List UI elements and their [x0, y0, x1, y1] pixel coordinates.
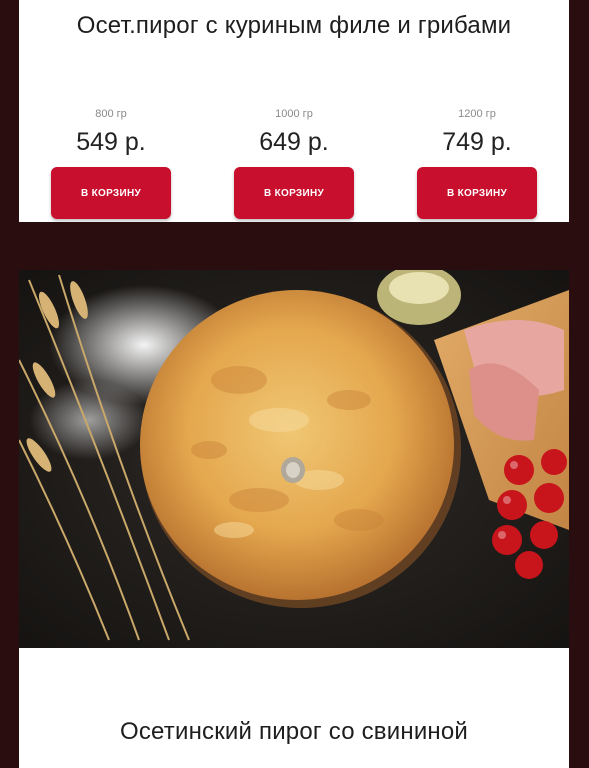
variant-option: 1000 гр 649 р. В КОРЗИНУ [234, 106, 354, 219]
product-card-chicken-mushroom: Осет.пирог с куриным филе и грибами 800 … [19, 0, 569, 222]
variant-price: 649 р. [259, 128, 329, 156]
product-title: Осетинский пирог со свининой [119, 718, 469, 745]
product-title: Осет.пирог с куриным филе и грибами [76, 12, 512, 39]
variant-weight: 800 гр [95, 108, 127, 120]
variant-price: 549 р. [76, 128, 146, 156]
pie-photo-illustration [19, 270, 569, 648]
variant-list: 800 гр 549 р. В КОРЗИНУ 1000 гр 649 р. В… [19, 106, 569, 219]
add-to-cart-button[interactable]: В КОРЗИНУ [417, 167, 537, 219]
variant-price: 749 р. [442, 128, 512, 156]
variant-option: 1200 гр 749 р. В КОРЗИНУ [417, 106, 537, 219]
add-to-cart-button[interactable]: В КОРЗИНУ [51, 167, 171, 219]
product-image-pork-pie[interactable] [19, 270, 569, 648]
variant-weight: 1200 гр [458, 108, 496, 120]
add-to-cart-button[interactable]: В КОРЗИНУ [234, 167, 354, 219]
product-card-pork: Осетинский пирог со свининой [19, 648, 569, 768]
ossetian-pie [140, 290, 454, 600]
variant-option: 800 гр 549 р. В КОРЗИНУ [51, 106, 171, 219]
variant-weight: 1000 гр [275, 108, 313, 120]
